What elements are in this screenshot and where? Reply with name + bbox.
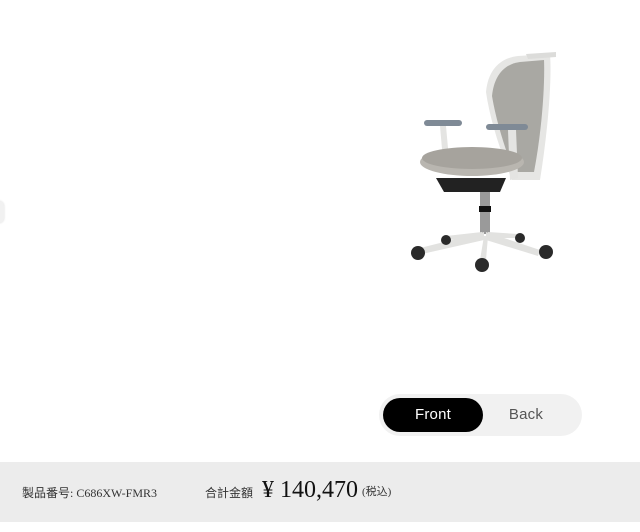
total-label: 合計金額 (205, 486, 254, 500)
configurator-page: Front Back 製品番号: C686XW-FMR3 合計金額 ¥ 140,… (0, 0, 640, 532)
front-view-button[interactable]: Front (383, 398, 483, 432)
total-price: ¥ 140,470 (税込) (262, 475, 391, 507)
back-view-button[interactable]: Back (476, 398, 576, 432)
summary-footer: 製品番号: C686XW-FMR3 合計金額 ¥ 140,470 (税込) (0, 462, 640, 522)
office-chair-image (411, 52, 556, 272)
previous-arrow-icon[interactable] (0, 201, 4, 223)
price-value: ¥ 140,470 (262, 477, 358, 503)
product-code: 製品番号: C686XW-FMR3 (22, 486, 158, 500)
product-viewer[interactable]: Front Back (0, 0, 640, 462)
view-toggle: Front Back (379, 394, 582, 436)
tax-included-note: (税込) (362, 486, 392, 498)
